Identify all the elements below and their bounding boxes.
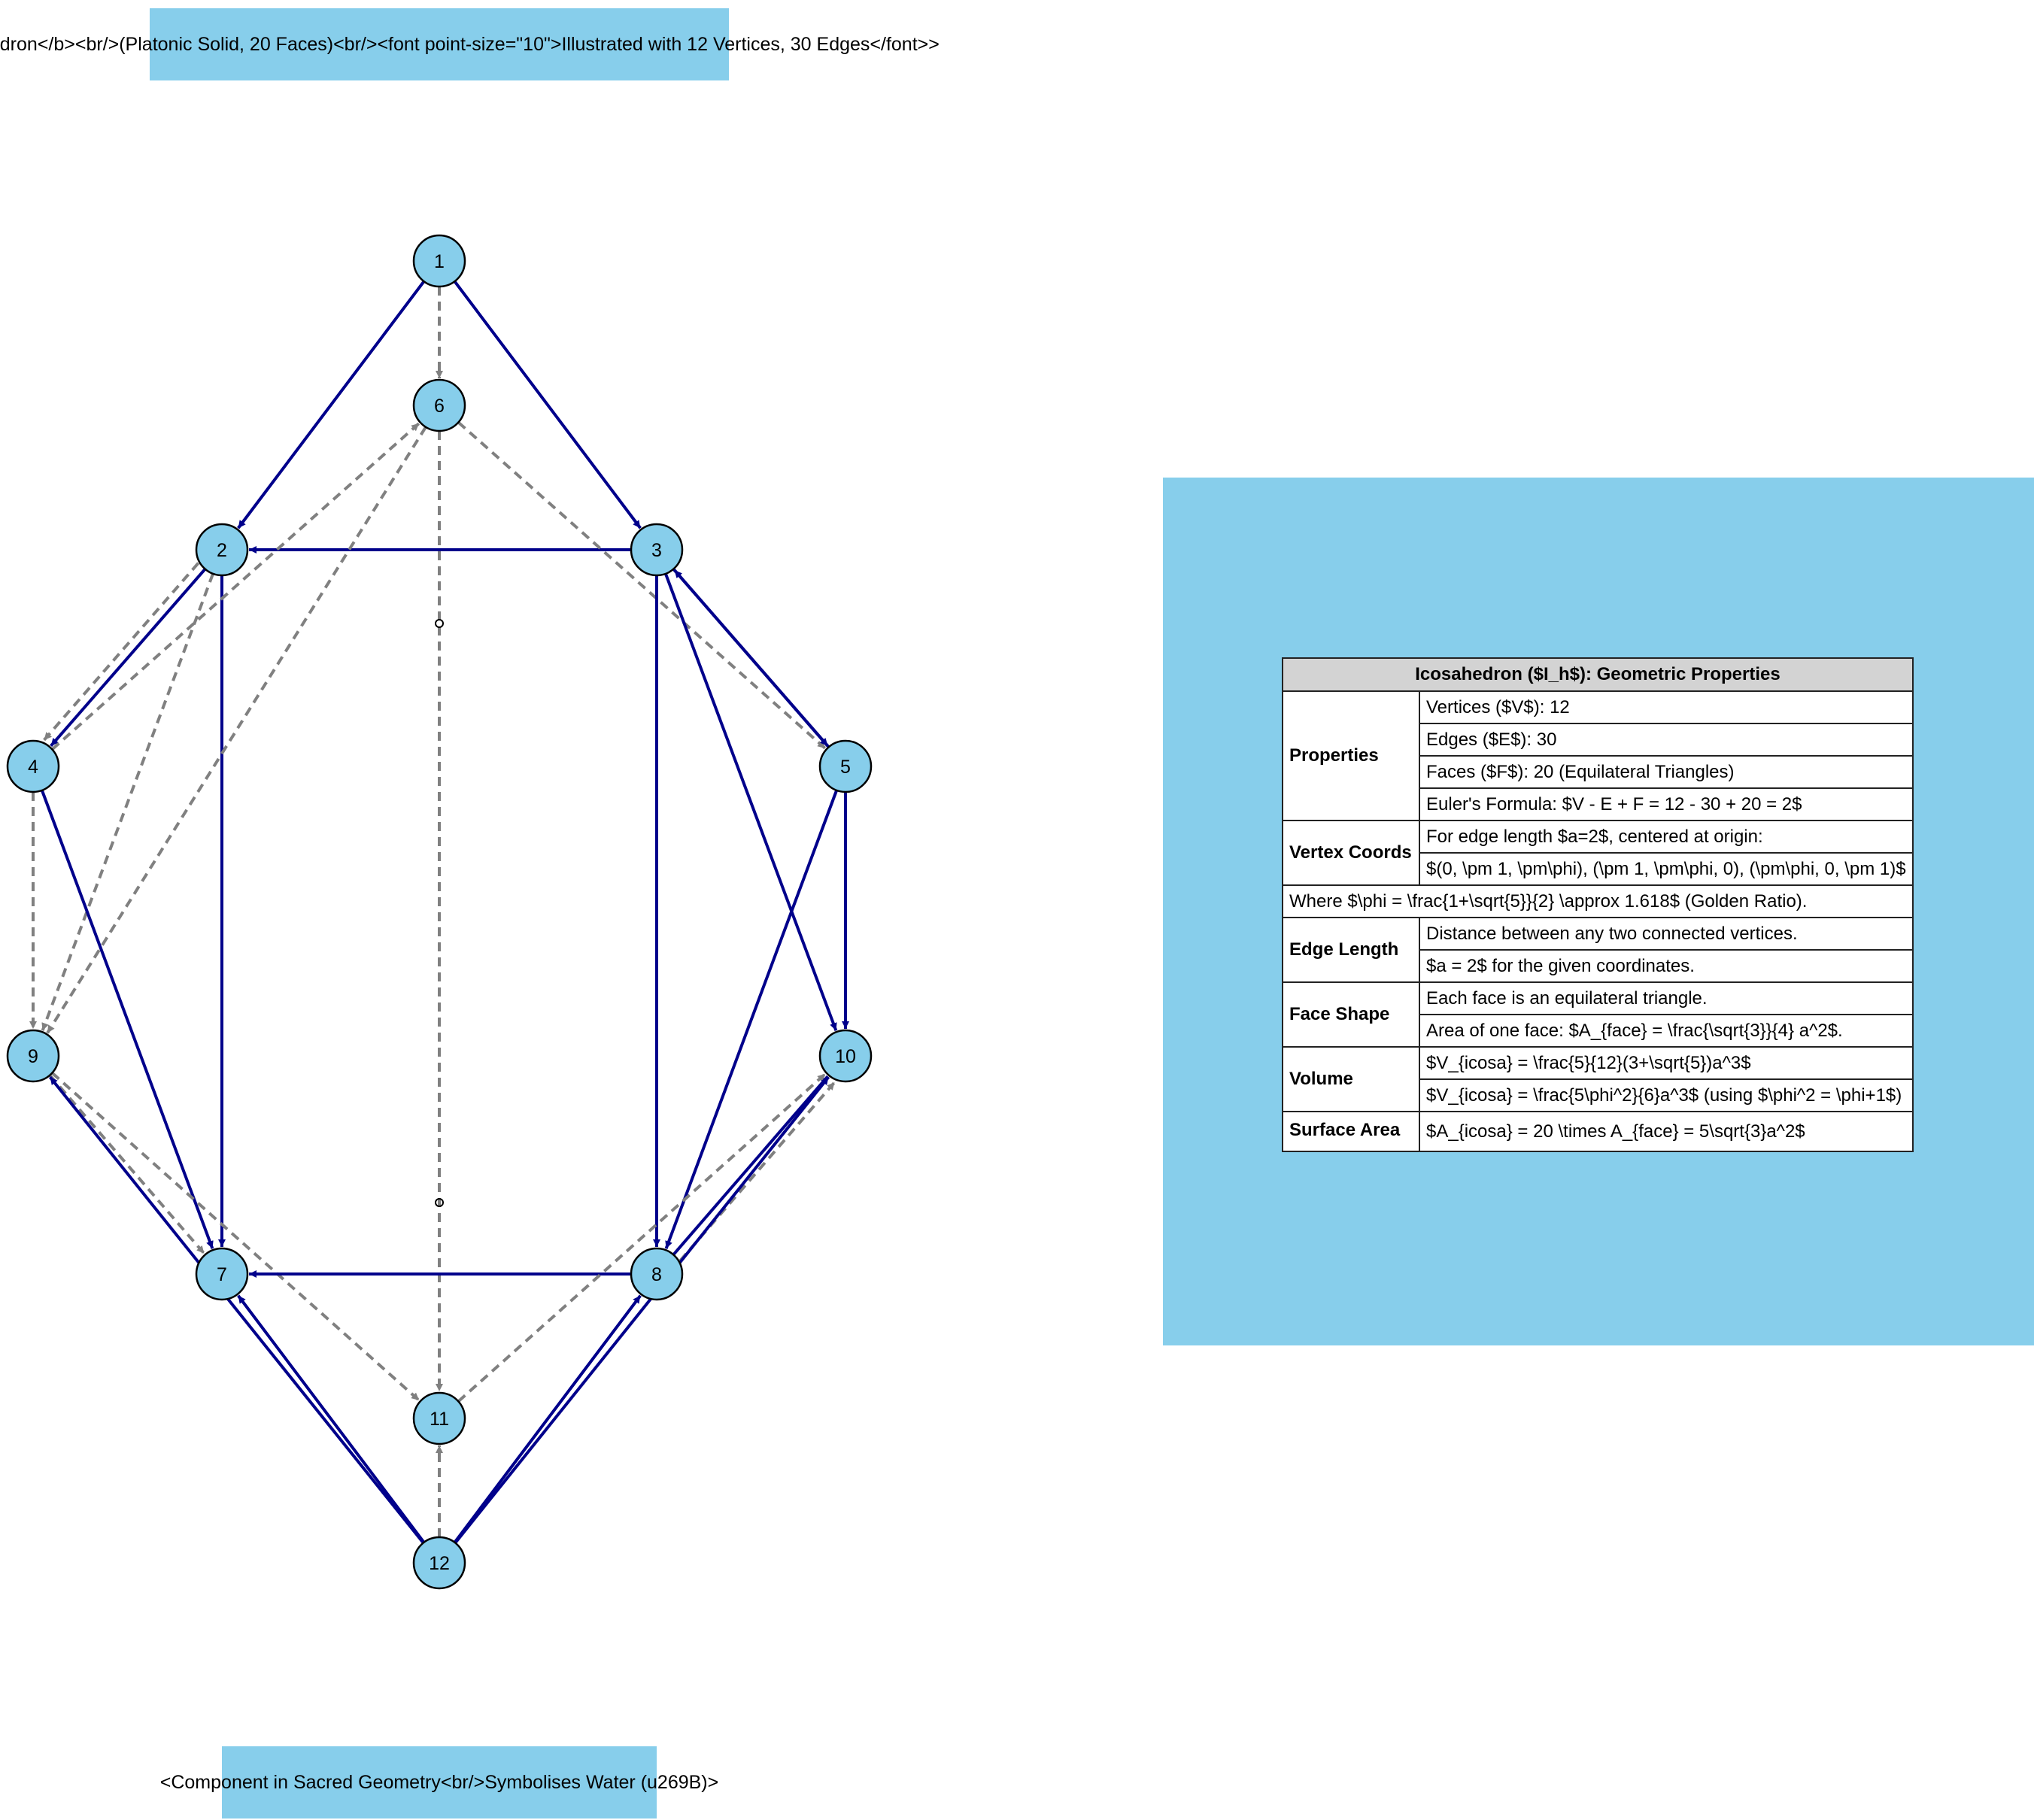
table-title: Icosahedron ($I_h$): Geometric Propertie… — [1282, 657, 1914, 692]
edge-12-to-8 — [453, 1294, 642, 1544]
edge-12-to-9 — [48, 1075, 425, 1544]
vertex-label: 1 — [434, 251, 445, 272]
table-row: Vertex Coords For edge length $a=2$, cen… — [1282, 820, 1914, 886]
edge-length-value: $a = 2$ for the given coordinates. — [1419, 949, 1914, 983]
edge-2-to-4 — [50, 568, 207, 748]
volume-label: Volume — [1282, 1046, 1420, 1112]
title-box-text: cosahedron</b><br/>(Platonic Solid, 20 F… — [0, 34, 940, 55]
edges-count: Edges ($E$): 30 — [1419, 723, 1914, 757]
face-area-formula: Area of one face: $A_{face} = \frac{\sqr… — [1419, 1014, 1914, 1048]
vertex-11: 11 — [412, 1391, 466, 1445]
volume-formula-2: $V_{icosa} = \frac{5\phi^2}{6}a^3$ (usin… — [1419, 1078, 1914, 1112]
edge-3-to-10 — [664, 573, 838, 1031]
vertex-label: 3 — [651, 540, 662, 561]
table-row: Edge Length Distance between any two con… — [1282, 917, 1914, 983]
vertex-4: 4 — [6, 739, 60, 793]
table-row: Surface Area $A_{icosa} = 20 \times A_{f… — [1282, 1111, 1914, 1152]
vertex-label: 11 — [430, 1409, 449, 1430]
vertex-label: 4 — [28, 757, 38, 778]
vertex-7: 7 — [195, 1247, 249, 1301]
phi-note: Where $\phi = \frac{1+\sqrt{5}}{2} \appr… — [1282, 884, 1914, 918]
faces-count: Faces ($F$): 20 (Equilateral Triangles) — [1419, 755, 1914, 789]
coords-values: $(0, \pm 1, \pm\phi), (\pm 1, \pm\phi, 0… — [1419, 852, 1914, 886]
face-shape-label: Face Shape — [1282, 981, 1420, 1048]
properties-table: Icosahedron ($I_h$): Geometric Propertie… — [1282, 657, 1914, 1152]
vertex-10: 10 — [818, 1029, 873, 1083]
vertices-count: Vertices ($V$): 12 — [1419, 690, 1914, 724]
vertex-label: 7 — [217, 1264, 227, 1285]
vertex-2: 2 — [195, 523, 249, 577]
footer-box-text: <Component in Sacred Geometry<br/>Symbol… — [160, 1772, 718, 1793]
table-row: Volume $V_{icosa} = \frac{5}{12}(3+\sqrt… — [1282, 1046, 1914, 1112]
vertex-label: 9 — [28, 1046, 38, 1067]
coords-intro: For edge length $a=2$, centered at origi… — [1419, 820, 1914, 854]
surface-area-label: Surface Area — [1282, 1111, 1420, 1152]
vertex-label: 6 — [434, 396, 445, 417]
edge-2-to-4 — [43, 562, 200, 742]
properties-label: Properties — [1282, 690, 1420, 821]
edge-1-to-2 — [237, 280, 426, 529]
table-header-row: Icosahedron ($I_h$): Geometric Propertie… — [1282, 657, 1914, 692]
table-row: Where $\phi = \frac{1+\sqrt{5}}{2} \appr… — [1282, 884, 1914, 918]
euler-formula: Euler's Formula: $V - E + F = 12 - 30 + … — [1419, 787, 1914, 821]
vertex-1: 1 — [412, 234, 466, 288]
table-row: Properties Vertices ($V$): 12 — [1282, 690, 1914, 821]
vertex-9: 9 — [6, 1029, 60, 1083]
volume-formula-1: $V_{icosa} = \frac{5}{12}(3+\sqrt{5})a^3… — [1419, 1046, 1914, 1080]
face-shape-definition: Each face is an equilateral triangle. — [1419, 981, 1914, 1015]
edge-12-to-10 — [454, 1075, 830, 1544]
edge-length-label: Edge Length — [1282, 917, 1420, 983]
vertex-label: 8 — [651, 1264, 662, 1285]
vertex-3: 3 — [630, 523, 684, 577]
edge-4-to-7 — [40, 790, 214, 1249]
vertex-12: 12 — [412, 1536, 466, 1590]
vertex-label: 10 — [835, 1046, 856, 1067]
vertex-coords-label: Vertex Coords — [1282, 820, 1420, 886]
surface-area-formula: $A_{icosa} = 20 \times A_{face} = 5\sqrt… — [1419, 1111, 1914, 1152]
edge-6-to-9 — [46, 426, 427, 1034]
vertex-5: 5 — [818, 739, 873, 793]
vertex-label: 2 — [217, 540, 227, 561]
edge-junction-point — [435, 619, 444, 628]
edge-12-to-7 — [237, 1294, 426, 1544]
vertex-8: 8 — [630, 1247, 684, 1301]
edge-9-to-11 — [51, 1072, 420, 1402]
edges-layer — [29, 280, 849, 1544]
edge-1-to-3 — [453, 280, 642, 529]
vertex-label: 12 — [429, 1553, 450, 1574]
vertex-6: 6 — [412, 378, 466, 432]
edge-11-to-10 — [457, 1072, 827, 1403]
table-row: Face Shape Each face is an equilateral t… — [1282, 981, 1914, 1048]
edge-4-to-6 — [51, 422, 420, 751]
vertex-label: 5 — [840, 757, 851, 778]
edge-length-definition: Distance between any two connected verti… — [1419, 917, 1914, 951]
edge-6-to-5 — [457, 421, 827, 750]
